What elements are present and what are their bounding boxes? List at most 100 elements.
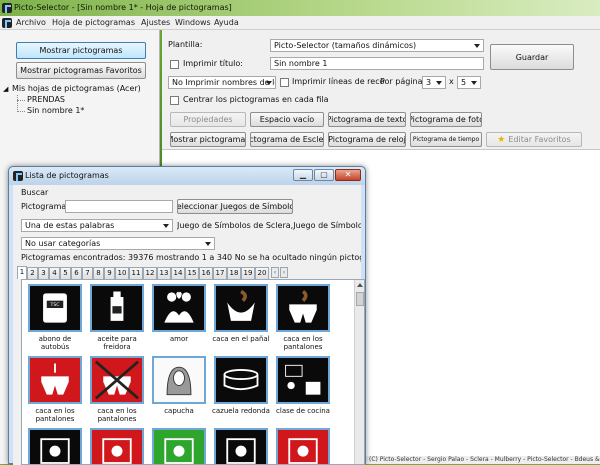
- chevron-down-icon: [163, 224, 169, 228]
- select-symbol-sets-button[interactable]: Seleccionar Juegos de Símbolos: [177, 199, 293, 214]
- pictogram-label: Pictograma: [21, 202, 67, 211]
- results-count: Pictogramas encontrados: 39376 mostrando…: [21, 253, 361, 262]
- pictogram-grid[interactable]: TSC abono de autobús aceite para freidora a…: [21, 279, 365, 465]
- empty-space-button[interactable]: Espacio vacío: [250, 112, 324, 127]
- diaper-poop-icon: [214, 284, 268, 332]
- minimize-icon[interactable]: ▁: [293, 169, 313, 181]
- tree-root[interactable]: Mis hojas de pictogramas (Acer): [12, 84, 141, 94]
- chevron-down-icon: [266, 81, 272, 85]
- template-select[interactable]: Picto-Selector (tamaños dinámicos): [270, 39, 484, 52]
- page-tab-1[interactable]: 1: [17, 266, 27, 279]
- page-tab-20[interactable]: 20: [255, 267, 269, 279]
- page-tab-2[interactable]: 2: [27, 267, 38, 279]
- match-mode-value: Una de estas palabras: [25, 221, 115, 230]
- per-page-rows-select[interactable]: 5: [457, 76, 481, 89]
- pants-poop-red-icon: [28, 356, 82, 404]
- page-tab-3[interactable]: 3: [38, 267, 49, 279]
- menu-logo-icon: [2, 18, 12, 28]
- properties-button[interactable]: Propiedades: [170, 112, 246, 127]
- love-icon: [152, 284, 206, 332]
- scroll-thumb[interactable]: [356, 292, 364, 306]
- clock-pictogram-button[interactable]: Pictograma de reloj: [328, 132, 406, 147]
- per-page-cols-select[interactable]: 3: [422, 76, 446, 89]
- print-lines-label: Imprimir líneas de reco: [292, 77, 385, 86]
- print-title-label: Imprimir título:: [183, 59, 243, 68]
- picto-icon: [152, 428, 206, 464]
- center-label: Centrar los pictogramas en cada fila: [183, 95, 329, 104]
- page-tab-5[interactable]: 5: [60, 267, 71, 279]
- page-tabs: 1 2 3 4 5 6 7 8 9 10 11 12 13 14 15 16 17 18 19 20 ‹ ›: [17, 266, 361, 279]
- dialog-logo-icon: [13, 171, 23, 181]
- title-input[interactable]: Sin nombre 1: [270, 57, 484, 70]
- dialog-title-bar[interactable]: Lista de pictogramas ▁ ▢ ✕: [9, 167, 365, 185]
- pictogram-list-dialog: Lista de pictogramas ▁ ▢ ✕ Buscar Pictog…: [8, 166, 366, 465]
- print-names-value: No Imprimir nombres de lo: [172, 78, 276, 87]
- page-tab-15[interactable]: 15: [185, 267, 199, 279]
- tree-item-sin-nombre[interactable]: Sin nombre 1*: [27, 106, 84, 116]
- print-title-checkbox[interactable]: [170, 60, 179, 69]
- cooking-class-icon: [276, 356, 330, 404]
- page-tab-11[interactable]: 11: [129, 267, 143, 279]
- bus-pass-icon: TSC: [28, 284, 82, 332]
- tab-scroll-right-icon[interactable]: ›: [280, 267, 288, 278]
- menu-archivo[interactable]: Archivo: [16, 16, 46, 30]
- show-pictograms-button[interactable]: Mostrar pictogramas: [16, 42, 146, 59]
- search-input[interactable]: [65, 200, 173, 213]
- template-label: Plantilla:: [168, 40, 203, 49]
- page-tab-13[interactable]: 13: [157, 267, 171, 279]
- category-select[interactable]: No usar categorías: [21, 237, 215, 250]
- close-icon[interactable]: ✕: [335, 169, 361, 181]
- pictogram-caption: caca en el pañal: [212, 335, 270, 343]
- pictogram-caption: clase de cocina: [276, 407, 330, 415]
- page-tab-4[interactable]: 4: [49, 267, 60, 279]
- edit-favorites-button[interactable]: ★ Editar Favoritos: [486, 132, 582, 147]
- page-tab-8[interactable]: 8: [93, 267, 104, 279]
- menu-hoja-de-pictogramas[interactable]: Hoja de pictogramas: [52, 16, 135, 30]
- tree-line: [17, 100, 25, 101]
- text-pictogram-button[interactable]: Pictograma de texto: [328, 112, 406, 127]
- dialog-title: Lista de pictogramas: [25, 171, 109, 180]
- scroll-up-icon[interactable]: [357, 283, 363, 287]
- status-strip: (C) Picto-Selector - Sergio Palao - Scle…: [366, 456, 600, 464]
- pants-poop-crossed-icon: [90, 356, 144, 404]
- symbol-sets-text: Juego de Símbolos de Sclera,Juego de Sím…: [177, 221, 361, 230]
- page-tab-17[interactable]: 17: [213, 267, 227, 279]
- menu-ajustes[interactable]: Ajustes: [141, 16, 170, 30]
- menu-windows[interactable]: Windows: [175, 16, 211, 30]
- center-checkbox[interactable]: [170, 96, 179, 105]
- grid-scrollbar[interactable]: [354, 280, 364, 464]
- match-mode-select[interactable]: Una de estas palabras: [21, 219, 173, 232]
- main-title-bar[interactable]: Picto-Selector - [Sin nombre 1* - Hoja d…: [0, 0, 600, 16]
- photo-pictogram-button[interactable]: Pictograma de foto: [410, 112, 482, 127]
- page-tab-18[interactable]: 18: [227, 267, 241, 279]
- page-tab-14[interactable]: 14: [171, 267, 185, 279]
- time-pictogram-button[interactable]: Pictograma de tiempo: [410, 132, 482, 147]
- print-lines-checkbox[interactable]: [280, 78, 289, 87]
- page-tab-19[interactable]: 19: [241, 267, 255, 279]
- star-icon: ★: [497, 134, 506, 145]
- print-names-select[interactable]: No Imprimir nombres de lo: [168, 76, 276, 89]
- tree-item-prendas[interactable]: PRENDAS: [27, 95, 65, 105]
- tree-line: [17, 95, 18, 112]
- page-tab-9[interactable]: 9: [104, 267, 115, 279]
- tree-expand-icon[interactable]: ◢: [3, 84, 8, 94]
- chevron-down-icon: [205, 242, 211, 246]
- page-tab-10[interactable]: 10: [115, 267, 129, 279]
- per-page-rows-value: 5: [461, 78, 467, 87]
- sclera-pictogram-button[interactable]: Pictograma de Esclera: [250, 132, 324, 147]
- page-tab-12[interactable]: 12: [143, 267, 157, 279]
- chevron-down-icon: [436, 81, 442, 85]
- page-tab-7[interactable]: 7: [82, 267, 93, 279]
- template-value: Picto-Selector (tamaños dinámicos): [274, 41, 417, 50]
- show-favorites-button[interactable]: Mostrar pictogramas Favoritos: [16, 62, 146, 79]
- page-tab-16[interactable]: 16: [199, 267, 213, 279]
- tab-scroll-left-icon[interactable]: ‹: [271, 267, 279, 278]
- menu-ayuda[interactable]: Ayuda: [214, 16, 239, 30]
- per-page-label: Por página: [380, 77, 423, 86]
- tree-line: [17, 111, 25, 112]
- page-tab-6[interactable]: 6: [71, 267, 82, 279]
- show-pictograms-toolbar-button[interactable]: Mostrar pictogramas: [170, 132, 246, 147]
- save-button[interactable]: Guardar: [490, 44, 574, 70]
- pictogram-caption: abono de autobús: [38, 335, 72, 351]
- maximize-icon[interactable]: ▢: [314, 169, 334, 181]
